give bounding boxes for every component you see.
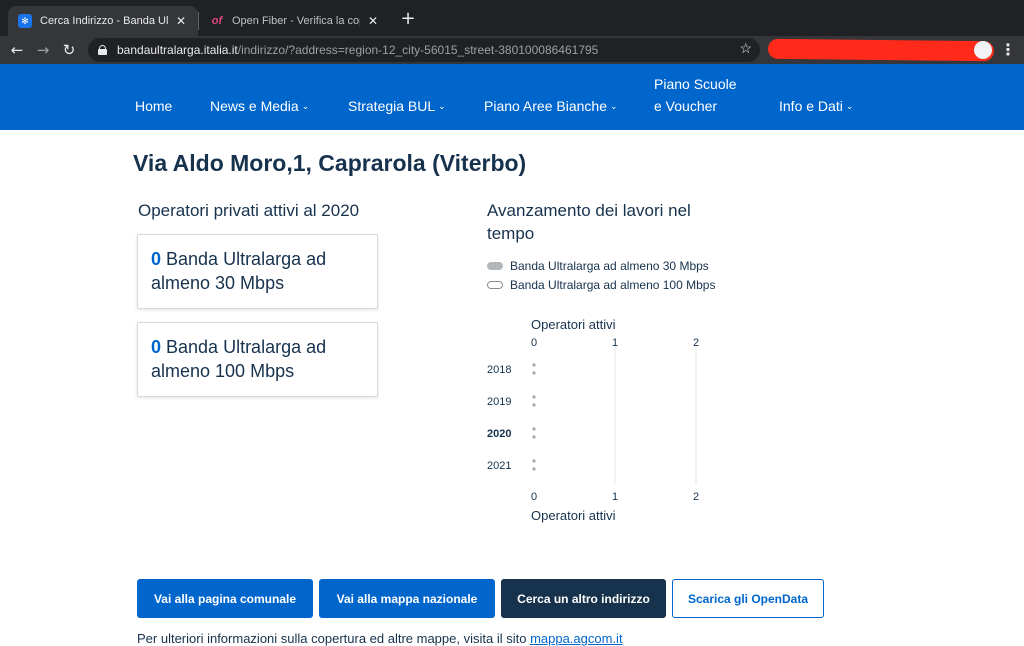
tab-divider xyxy=(198,12,199,30)
url-host: bandaultralarga.italia.it xyxy=(117,43,238,57)
x-tick-label-bottom: 1 xyxy=(612,491,618,503)
close-icon[interactable]: ✕ xyxy=(174,14,188,28)
data-point xyxy=(532,427,536,431)
nav-news-label: News e Media xyxy=(210,98,299,114)
y-category-label: 2020 xyxy=(487,428,511,440)
tab-cerca-indirizzo[interactable]: ✻ Cerca Indirizzo - Banda Ultra Larga ✕ xyxy=(8,6,198,36)
x-axis-label-bottom: Operatori attivi xyxy=(531,508,616,523)
site-navigation: Home News e Media ⌄ Strategia BUL ⌄ Piano … xyxy=(0,64,1024,130)
y-category-label: 2021 xyxy=(487,460,511,472)
browser-tab-strip: ✻ Cerca Indirizzo - Banda Ultra Larga ✕ … xyxy=(0,0,1024,36)
y-category-label: 2019 xyxy=(487,396,511,408)
legend-item-30mbps[interactable]: Banda Ultralarga ad almeno 30 Mbps xyxy=(487,259,709,273)
x-tick-label-bottom: 2 xyxy=(693,491,699,503)
nav-piano-aree-bianche[interactable]: Piano Aree Bianche ⌄ xyxy=(484,95,618,117)
nav-piano-scuole-voucher[interactable]: Piano Scuole e Voucher xyxy=(654,73,737,117)
data-point xyxy=(532,467,536,471)
menu-dots-icon[interactable]: ⋮ xyxy=(1000,39,1016,61)
redaction-mark xyxy=(767,38,995,62)
operatori-section-title: Operatori privati attivi al 2020 xyxy=(138,201,360,220)
nav-news-e-media[interactable]: News e Media ⌄ xyxy=(210,95,309,117)
data-point xyxy=(532,435,536,439)
legend-label: Banda Ultralarga ad almeno 30 Mbps xyxy=(510,259,709,273)
address-bar[interactable]: bandaultralarga.italia.it/indirizzo/?add… xyxy=(88,38,760,62)
pagina-comunale-button[interactable]: Vai alla pagina comunale xyxy=(137,579,313,618)
bookmark-star-icon[interactable]: ☆ xyxy=(739,40,752,57)
x-tick-label-top: 2 xyxy=(693,337,699,349)
avanzamento-section-title: Avanzamento dei lavori nel tempo xyxy=(487,201,691,243)
url-path: /indirizzo/?address=region-12_city-56015… xyxy=(237,43,599,57)
nav-info-e-dati[interactable]: Info e Dati ⌄ xyxy=(779,95,853,117)
operatori-card-label: Banda Ultralarga ad almeno 30 Mbps xyxy=(151,249,327,293)
profile-avatar-icon[interactable] xyxy=(974,41,992,59)
browser-toolbar: ← → ↻ bandaultralarga.italia.it/indirizz… xyxy=(0,36,1024,64)
x-tick-label-top: 0 xyxy=(531,337,537,349)
operatori-card-30mbps: 0 Banda Ultralarga ad almeno 30 Mbps xyxy=(137,234,378,309)
nav-scuole-label-line1: Piano Scuole xyxy=(654,76,737,92)
chevron-down-icon: ⌄ xyxy=(845,101,854,111)
lock-icon xyxy=(98,45,107,55)
cerca-indirizzo-button[interactable]: Cerca un altro indirizzo xyxy=(501,579,666,618)
y-category-label: 2018 xyxy=(487,364,511,376)
operatori-count: 0 xyxy=(151,249,162,269)
bul-snowflake-icon: ✻ xyxy=(18,14,32,28)
data-point xyxy=(532,363,536,367)
avanzamento-chart: Operatori attivi Operatori attivi 0 0 1 1 2 2 20… xyxy=(487,317,699,523)
operatori-card-100mbps: 0 Banda Ultralarga ad almeno 100 Mbps xyxy=(137,322,378,397)
x-tick-label-top: 1 xyxy=(612,337,618,349)
new-tab-icon[interactable]: + xyxy=(398,9,418,29)
nav-info-label: Info e Dati xyxy=(779,98,843,114)
tab-open-fiber[interactable]: of Open Fiber - Verifica la copertura ✕ xyxy=(200,6,390,36)
legend-label: Banda Ultralarga ad almeno 100 Mbps xyxy=(510,278,716,292)
scarica-opendata-button[interactable]: Scarica gli OpenData xyxy=(672,579,824,618)
mappa-nazionale-button[interactable]: Vai alla mappa nazionale xyxy=(319,579,495,618)
nav-home[interactable]: Home xyxy=(135,95,172,117)
page-title: Via Aldo Moro,1, Caprarola (Viterbo) xyxy=(133,150,527,176)
operatori-count: 0 xyxy=(151,337,162,357)
legend-item-100mbps[interactable]: Banda Ultralarga ad almeno 100 Mbps xyxy=(487,278,715,292)
chevron-down-icon: ⌄ xyxy=(301,101,310,111)
forward-icon[interactable]: → xyxy=(32,39,54,61)
nav-scuole-label-line2: e Voucher xyxy=(654,98,718,114)
x-axis-label-top: Operatori attivi xyxy=(531,317,616,332)
footer-note: Per ulteriori informazioni sulla copertu… xyxy=(137,631,623,646)
data-point xyxy=(532,371,536,375)
data-point xyxy=(532,403,536,407)
footer-text: Per ulteriori informazioni sulla copertu… xyxy=(137,631,531,646)
tab-title: Cerca Indirizzo - Banda Ultra Larga xyxy=(40,15,168,27)
reload-icon[interactable]: ↻ xyxy=(58,39,80,61)
legend-swatch-outline xyxy=(487,281,503,289)
nav-piano-label: Piano Aree Bianche xyxy=(484,98,607,114)
agcom-link[interactable]: mappa.agcom.it xyxy=(530,631,623,646)
tab-title: Open Fiber - Verifica la copertura xyxy=(232,15,360,27)
data-point xyxy=(532,459,536,463)
nav-strategia-bul[interactable]: Strategia BUL ⌄ xyxy=(348,95,446,117)
back-icon[interactable]: ← xyxy=(6,39,28,61)
x-tick-label-bottom: 0 xyxy=(531,491,537,503)
data-point xyxy=(532,395,536,399)
chevron-down-icon: ⌄ xyxy=(609,101,618,111)
close-icon[interactable]: ✕ xyxy=(366,14,380,28)
chevron-down-icon: ⌄ xyxy=(438,101,446,111)
operatori-card-label: Banda Ultralarga ad almeno 100 Mbps xyxy=(151,337,327,381)
nav-home-label: Home xyxy=(135,98,173,114)
nav-strategia-label: Strategia BUL xyxy=(348,98,436,114)
open-fiber-icon: of xyxy=(211,15,223,27)
legend-swatch-filled xyxy=(487,262,503,270)
